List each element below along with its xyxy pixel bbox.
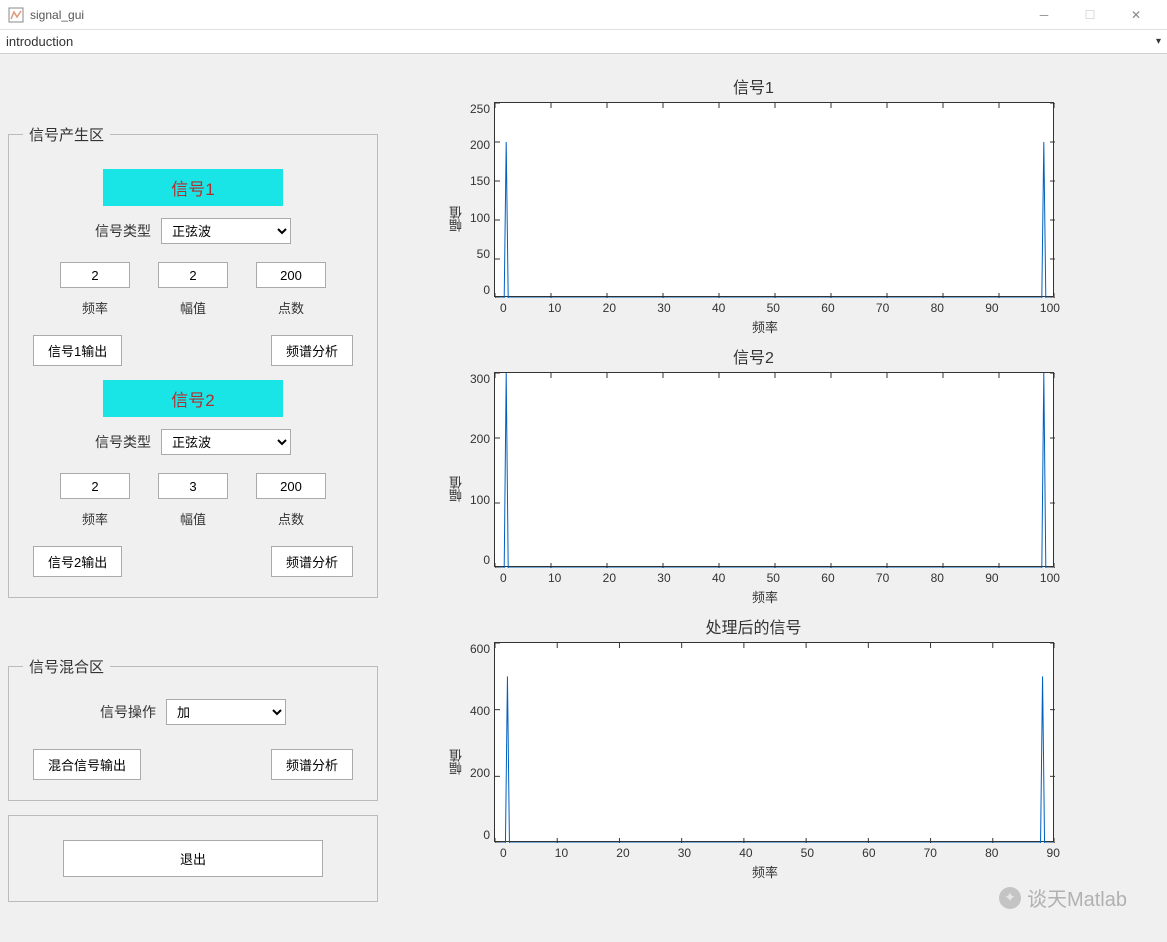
signal2-freq-label: 频率	[82, 509, 108, 528]
chart-yticks: 3002001000	[470, 372, 494, 567]
chart-title: 信号1	[733, 74, 774, 98]
mix-output-button[interactable]: 混合信号输出	[33, 749, 141, 780]
window-title: signal_gui	[30, 8, 84, 22]
chart-1: 信号2 幅值3002001000 0102030405060708090100 频率	[398, 344, 1109, 606]
signal1-amp-input[interactable]	[158, 262, 228, 288]
menu-dropdown-icon[interactable]: ▾	[1156, 36, 1161, 47]
chart-2: 处理后的信号幅值6004002000 0102030405060708090 频率	[398, 614, 1109, 881]
chart-title: 处理后的信号	[705, 614, 801, 638]
signal2-amp-label: 幅值	[180, 509, 206, 528]
mix-spectrum-button[interactable]: 频谱分析	[271, 749, 353, 780]
signal2-type-select[interactable]: 正弦波	[161, 429, 291, 455]
chart-title: 信号2	[733, 344, 774, 368]
exit-button[interactable]: 退出	[63, 840, 323, 877]
chart-xlabel: 频率	[470, 587, 1060, 606]
exit-panel: 退出	[8, 815, 378, 902]
chart-xticks: 0102030405060708090100	[500, 301, 1060, 315]
chart-plot-area	[494, 372, 1054, 567]
chart-yticks: 250200150100500	[470, 102, 494, 297]
titlebar: signal_gui ─ ☐ ✕	[0, 0, 1167, 30]
signal2-type-label: 信号类型	[95, 432, 151, 452]
chart-0: 信号1 幅值250200150100500 01020304050607080901…	[398, 74, 1109, 336]
signal2-spectrum-button[interactable]: 频谱分析	[271, 546, 353, 577]
signal2-freq-input[interactable]	[60, 473, 130, 499]
signal-mix-legend: 信号混合区	[23, 656, 110, 677]
signal1-output-button[interactable]: 信号1输出	[33, 335, 122, 366]
chart-plot-area	[494, 642, 1054, 842]
signal2-points-input[interactable]	[256, 473, 326, 499]
chart-ylabel: 幅值	[447, 476, 466, 502]
signal2-amp-input[interactable]	[158, 473, 228, 499]
signal1-freq-input[interactable]	[60, 262, 130, 288]
chart-yticks: 6004002000	[470, 642, 494, 842]
signal1-header: 信号1	[103, 169, 283, 206]
signal1-points-input[interactable]	[256, 262, 326, 288]
signal1-freq-label: 频率	[82, 298, 108, 317]
signal1-points-label: 点数	[278, 298, 304, 317]
signal2-output-button[interactable]: 信号2输出	[33, 546, 122, 577]
mix-op-label: 信号操作	[100, 702, 156, 722]
chart-ylabel: 幅值	[447, 749, 466, 775]
chart-xlabel: 频率	[470, 317, 1060, 336]
menubar: introduction ▾	[0, 30, 1167, 54]
close-button[interactable]: ✕	[1113, 0, 1159, 30]
chart-xticks: 0102030405060708090	[500, 846, 1060, 860]
signal1-spectrum-button[interactable]: 频谱分析	[271, 335, 353, 366]
menu-introduction[interactable]: introduction	[6, 34, 73, 49]
chart-plot-area	[494, 102, 1054, 297]
chart-xticks: 0102030405060708090100	[500, 571, 1060, 585]
signal-generation-panel: 信号产生区 信号1 信号类型 正弦波 频率 幅值	[8, 124, 378, 598]
chart-ylabel: 幅值	[447, 206, 466, 232]
chart-xlabel: 频率	[470, 862, 1060, 881]
signal1-type-label: 信号类型	[95, 221, 151, 241]
signal1-type-select[interactable]: 正弦波	[161, 218, 291, 244]
maximize-button[interactable]: ☐	[1067, 0, 1113, 30]
app-icon	[8, 7, 24, 23]
signal2-points-label: 点数	[278, 509, 304, 528]
signal1-amp-label: 幅值	[180, 298, 206, 317]
minimize-button[interactable]: ─	[1021, 0, 1067, 30]
signal-mix-panel: 信号混合区 信号操作 加 混合信号输出 频谱分析	[8, 656, 378, 801]
signal-generation-legend: 信号产生区	[23, 124, 110, 145]
mix-op-select[interactable]: 加	[166, 699, 286, 725]
signal2-header: 信号2	[103, 380, 283, 417]
